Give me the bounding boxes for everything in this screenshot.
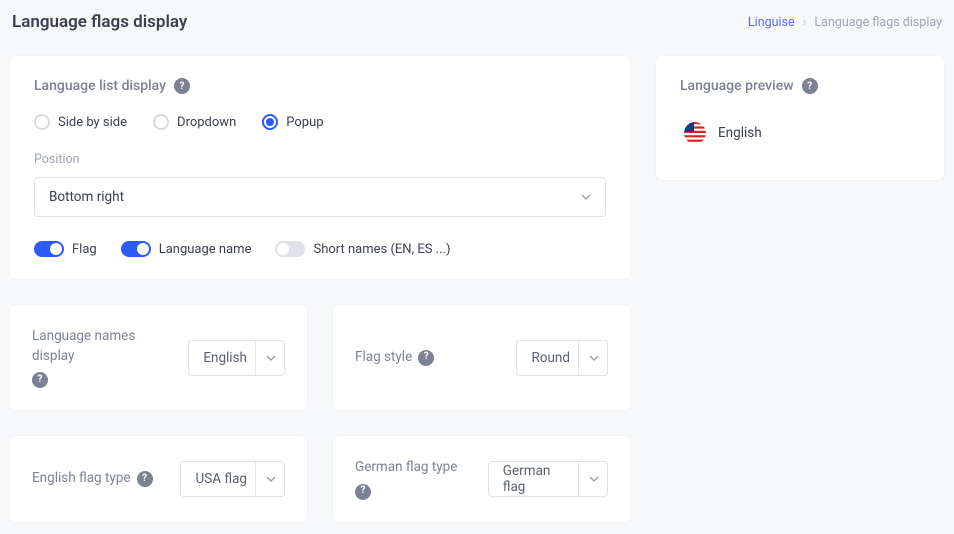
chevron-right-icon: ›: [803, 15, 807, 30]
display-mode-radio-group: Side by side Dropdown Popup: [34, 114, 606, 130]
help-icon[interactable]: ?: [174, 78, 190, 94]
radio-side-by-side[interactable]: Side by side: [34, 114, 127, 130]
toggle-label: Short names (EN, ES ...): [313, 242, 450, 257]
chevron-down-icon: [266, 353, 276, 363]
breadcrumb-link-linguise[interactable]: Linguise: [748, 15, 795, 30]
language-names-display-select[interactable]: English: [188, 340, 285, 376]
radio-dropdown[interactable]: Dropdown: [153, 114, 236, 130]
select-value: German flag: [503, 463, 570, 495]
chevron-down-icon: [589, 474, 599, 484]
language-preview-card: Language preview ?: [656, 56, 944, 180]
english-flag-type-select[interactable]: USA flag: [180, 461, 285, 497]
page-title: Language flags display: [12, 12, 187, 32]
toggle-label: Language name: [159, 242, 252, 257]
section-title-list-display: Language list display: [34, 78, 166, 94]
usa-flag-icon: [684, 122, 706, 144]
preview-language-label: English: [718, 125, 762, 141]
mini-label-text: English flag type: [32, 469, 131, 489]
flag-style-select[interactable]: Round: [516, 340, 608, 376]
select-value: English: [203, 350, 247, 366]
flag-toggle[interactable]: [34, 241, 64, 257]
section-title-preview: Language preview: [680, 78, 794, 94]
radio-popup[interactable]: Popup: [262, 114, 323, 130]
breadcrumb-current: Language flags display: [814, 15, 942, 30]
mini-label-text: Flag style: [355, 348, 412, 368]
mini-label-text: German flag type: [355, 458, 457, 478]
mini-label-text: Language names display: [32, 327, 172, 366]
language-list-display-card: Language list display ? Side by side Dro…: [10, 56, 630, 279]
select-value: Bottom right: [49, 189, 124, 205]
chevron-down-icon: [266, 474, 276, 484]
select-value: USA flag: [195, 471, 247, 487]
radio-icon: [262, 114, 278, 130]
language-name-toggle[interactable]: [121, 241, 151, 257]
chevron-down-icon: [589, 353, 599, 363]
breadcrumb: Linguise › Language flags display: [748, 15, 942, 30]
english-flag-type-card: English flag type ? USA flag: [10, 436, 307, 522]
toggle-label: Flag: [72, 242, 97, 257]
help-icon[interactable]: ?: [137, 471, 153, 487]
preview-language-row[interactable]: English: [680, 114, 920, 152]
position-select[interactable]: Bottom right: [34, 177, 606, 217]
short-names-toggle[interactable]: [275, 241, 305, 257]
language-names-display-card: Language names display ? English: [10, 305, 307, 410]
help-icon[interactable]: ?: [418, 350, 434, 366]
help-icon[interactable]: ?: [32, 372, 48, 388]
radio-label: Dropdown: [177, 115, 236, 130]
flag-style-card: Flag style ? Round: [333, 305, 630, 410]
help-icon[interactable]: ?: [802, 78, 818, 94]
radio-label: Side by side: [58, 115, 127, 130]
position-label: Position: [34, 152, 606, 167]
radio-label: Popup: [286, 115, 323, 130]
radio-icon: [153, 114, 169, 130]
radio-icon: [34, 114, 50, 130]
help-icon[interactable]: ?: [355, 484, 371, 500]
select-value: Round: [531, 350, 570, 366]
german-flag-type-select[interactable]: German flag: [488, 461, 608, 497]
german-flag-type-card: German flag type ? German flag: [333, 436, 630, 522]
chevron-down-icon: [581, 192, 591, 202]
